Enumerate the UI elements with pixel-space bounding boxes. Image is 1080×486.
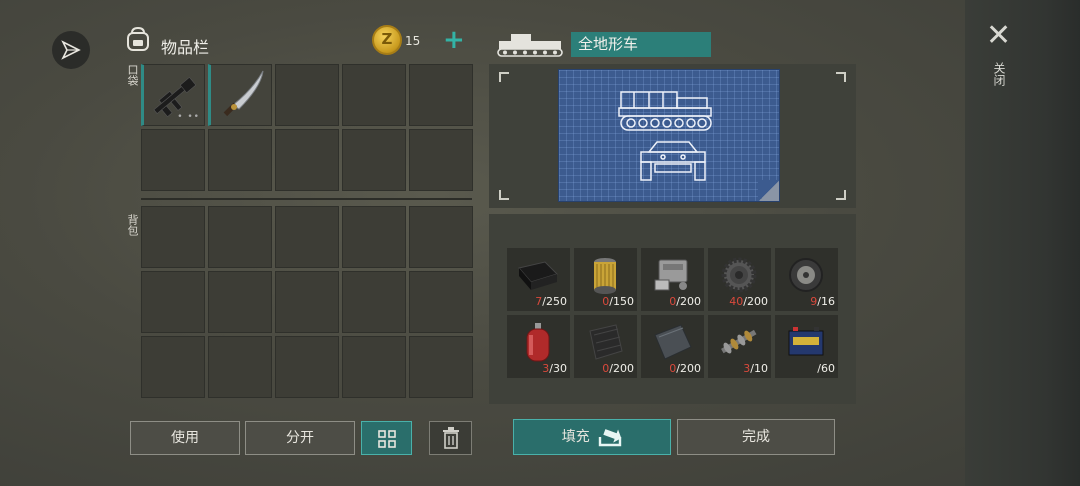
oil-filter-icon [594,258,616,294]
vehicle-blueprint [558,69,780,202]
inventory-slot[interactable] [275,271,339,333]
gear-icon [721,257,757,293]
material-slot[interactable]: 7/250 [507,248,570,311]
fill-button[interactable]: 填充 [513,419,671,455]
gas-cylinder-icon [526,323,550,362]
frame-corner [836,190,846,200]
inventory-slot[interactable] [208,129,272,191]
material-slot[interactable]: 40/200 [708,248,771,311]
frame-corner [499,190,509,200]
trash-button[interactable] [429,421,472,455]
inventory-slot[interactable] [208,271,272,333]
frame-corner [499,72,509,82]
inventory-slot[interactable] [342,129,406,191]
navigate-icon[interactable] [52,31,90,69]
trash-icon [442,427,459,449]
material-slot[interactable]: 0/200 [641,248,704,311]
inventory-slot[interactable] [342,64,406,126]
material-slot[interactable]: 3/30 [507,315,570,378]
divider [141,198,472,200]
complete-button[interactable]: 完成 [677,419,835,455]
backpack-icon [124,26,152,56]
material-slot[interactable]: 3/10 [708,315,771,378]
backpack-grid [141,206,473,398]
split-button[interactable]: 分开 [245,421,355,455]
inventory-slot[interactable] [141,336,205,398]
close-label[interactable]: 关闭 [991,62,1008,86]
grid-icon [377,430,396,448]
blueprint-vehicle-drawing [618,91,712,181]
frame-corner [836,72,846,82]
fill-icon [599,429,622,447]
inventory-slot[interactable] [141,206,205,268]
inventory-slot[interactable] [409,64,473,126]
backpack-label: 背包 [126,214,139,236]
inventory-slot[interactable] [141,271,205,333]
rubber-sheet-icon [518,261,558,290]
inventory-slot[interactable] [275,64,339,126]
slot-machete[interactable] [208,64,272,126]
camshaft-icon [721,329,757,354]
material-slot[interactable]: /60 [775,315,838,378]
inventory-slot[interactable] [409,129,473,191]
materials-grid: 7/250 0/150 0/200 40/200 9/16 3/30 0/200… [507,248,838,378]
fill-label: 填充 [561,429,590,445]
engine-block-icon [654,259,688,291]
use-button[interactable]: 使用 [130,421,240,455]
carbon-fiber-icon [589,324,623,360]
inventory-slot[interactable] [208,206,272,268]
coin-count: 15 [405,34,421,48]
inventory-slot[interactable] [342,206,406,268]
pocket-grid: • •• [141,64,473,191]
inventory-slot[interactable] [208,336,272,398]
coin-icon: Z [372,25,402,55]
inventory-slot[interactable] [409,206,473,268]
inventory-slot[interactable] [342,271,406,333]
grid-view-button[interactable] [361,421,412,455]
wheel-rim-icon [789,258,823,292]
vehicle-name: 全地形车 [571,32,711,57]
car-battery-icon [788,327,824,356]
page-curl [758,180,779,201]
inventory-slot[interactable] [409,336,473,398]
inventory-slot[interactable] [275,206,339,268]
close-icon[interactable]: ✕ [986,21,1011,51]
material-slot[interactable]: 0/150 [574,248,637,311]
material-slot[interactable]: 0/200 [574,315,637,378]
add-coins-button[interactable]: + [443,27,465,53]
durability-dots: • •• [177,112,200,122]
inventory-title: 物品栏 [161,38,210,57]
slot-assault-rifle[interactable]: • •• [141,64,205,126]
side-shade [965,0,1080,486]
pocket-label: 口袋 [126,64,139,86]
machete-icon [223,70,264,117]
inventory-slot[interactable] [409,271,473,333]
inventory-slot[interactable] [342,336,406,398]
metal-plate-icon [654,324,692,360]
tank-icon [497,31,565,63]
inventory-slot[interactable] [141,129,205,191]
inventory-slot[interactable] [275,336,339,398]
inventory-slot[interactable] [275,129,339,191]
material-slot[interactable]: 0/200 [641,315,704,378]
material-slot[interactable]: 9/16 [775,248,838,311]
